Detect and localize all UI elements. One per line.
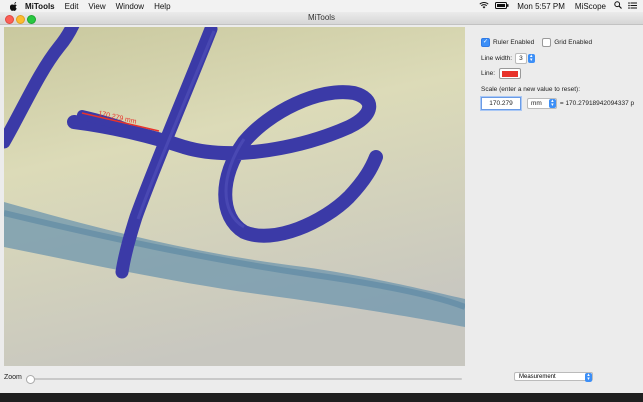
menu-window[interactable]: Window [111, 2, 149, 11]
window-title: MiTools [307, 13, 336, 22]
title-bar: MiTools [0, 12, 643, 25]
clock[interactable]: Mon 5:57 PM [515, 2, 567, 11]
checkmark-icon: ✓ [481, 38, 490, 47]
line-width-row: Line width: 3 ▴ ▾ [481, 53, 535, 64]
line-color-row: Line: [481, 68, 522, 79]
mitools-window: MiTools 170.279 mm ✓ Ruler Enabled Grid … [0, 12, 643, 393]
grid-enabled-checkbox[interactable]: Grid Enabled [542, 38, 592, 47]
mode-value: Measurement [519, 374, 556, 380]
zoom-label: Zoom [4, 374, 22, 381]
menu-view[interactable]: View [83, 2, 110, 11]
line-width-value[interactable]: 3 [515, 53, 527, 64]
scale-label-row: Scale (enter a new value to reset): [481, 86, 580, 93]
notification-center-icon[interactable] [628, 1, 637, 11]
ruler-toggle-row: ✓ Ruler Enabled Grid Enabled [481, 38, 592, 47]
ruler-enabled-checkbox[interactable]: ✓ Ruler Enabled [481, 38, 534, 47]
stepper-arrows-icon[interactable]: ▴ ▾ [527, 54, 535, 63]
line-width-stepper[interactable]: 3 ▴ ▾ [515, 53, 535, 64]
status-app-menu[interactable]: MiScope [573, 2, 608, 11]
line-color-label: Line: [481, 70, 496, 77]
apple-icon[interactable] [8, 0, 20, 12]
scale-label: Scale (enter a new value to reset): [481, 86, 580, 93]
zoom-slider[interactable] [26, 375, 462, 384]
scale-result: = 170.27918942094337 p [559, 100, 635, 107]
menu-help[interactable]: Help [149, 2, 175, 11]
scale-row: 170.279 mm ▴ ▾ = 170.27918942094337 p [481, 97, 634, 110]
menu-bar: MiTools Edit View Window Help Mon 5:57 P… [0, 0, 643, 12]
search-icon[interactable] [614, 1, 622, 11]
line-width-label: Line width: [481, 55, 513, 62]
chevron-updown-icon: ▴ ▾ [548, 99, 556, 108]
unit-select[interactable]: mm ▴ ▾ [527, 98, 557, 109]
battery-icon[interactable] [495, 1, 509, 11]
checkbox-empty-icon [542, 38, 552, 47]
bottom-bar: Zoom Measurement ▴ ▾ [0, 368, 643, 393]
mode-select[interactable]: Measurement ▴ ▾ [514, 372, 593, 382]
zoom-slider-knob[interactable] [26, 375, 35, 384]
ruler-enabled-label: Ruler Enabled [493, 39, 535, 46]
wifi-icon[interactable] [479, 1, 489, 11]
unit-value: mm [531, 100, 542, 107]
chevron-updown-icon: ▴ ▾ [585, 373, 592, 382]
line-color-well[interactable] [499, 68, 522, 79]
grid-enabled-label: Grid Enabled [554, 39, 593, 46]
microscope-image[interactable]: 170.279 mm [4, 27, 465, 366]
scale-input[interactable]: 170.279 [481, 97, 521, 110]
color-swatch [502, 70, 519, 77]
menu-edit[interactable]: Edit [60, 2, 84, 11]
app-menu[interactable]: MiTools [20, 2, 60, 11]
